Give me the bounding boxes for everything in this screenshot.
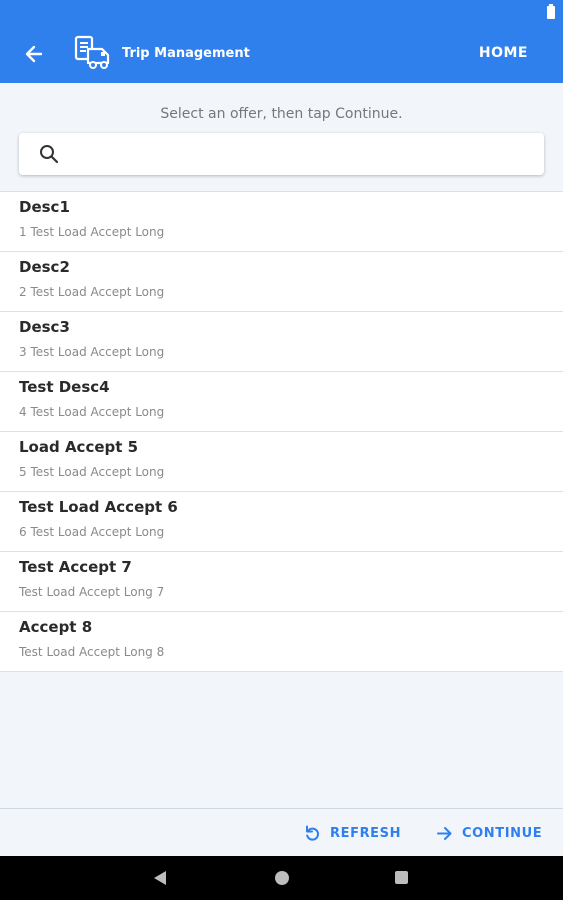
bottom-action-bar: REFRESH CONTINUE (0, 808, 563, 856)
search-input[interactable] (71, 141, 531, 167)
list-item-subtitle: Test Load Accept Long 8 (19, 645, 165, 659)
home-button[interactable]: HOME (479, 24, 528, 83)
list-item-subtitle: Test Load Accept Long 7 (19, 585, 165, 599)
list-item-title: Test Accept 7 (19, 558, 132, 576)
list-item-title: Desc1 (19, 198, 70, 216)
list-item-title: Load Accept 5 (19, 438, 139, 456)
list-item[interactable]: Desc2 2 Test Load Accept Long (0, 252, 563, 312)
system-nav-bar (0, 856, 563, 900)
search-icon (40, 145, 59, 164)
refresh-button[interactable]: REFRESH (304, 809, 401, 857)
list-item[interactable]: Desc3 3 Test Load Accept Long (0, 312, 563, 372)
list-item-subtitle: 4 Test Load Accept Long (19, 405, 165, 419)
list-item-subtitle: 6 Test Load Accept Long (19, 525, 165, 539)
offer-list: Desc1 1 Test Load Accept Long Desc2 2 Te… (0, 191, 563, 672)
list-item-title: Accept 8 (19, 618, 93, 636)
continue-label: CONTINUE (462, 825, 543, 841)
page-title: Trip Management (122, 46, 250, 61)
nav-back-icon[interactable] (154, 871, 166, 885)
refresh-icon (306, 825, 319, 841)
list-item[interactable]: Test Desc4 4 Test Load Accept Long (0, 372, 563, 432)
list-item-subtitle: 1 Test Load Accept Long (19, 225, 165, 239)
list-item[interactable]: Accept 8 Test Load Accept Long 8 (0, 612, 563, 672)
list-item-title: Desc3 (19, 318, 70, 336)
list-item[interactable]: Test Load Accept 6 6 Test Load Accept Lo… (0, 492, 563, 552)
back-button[interactable] (16, 36, 52, 72)
list-item-title: Test Load Accept 6 (19, 498, 178, 516)
list-item[interactable]: Load Accept 5 5 Test Load Accept Long (0, 432, 563, 492)
nav-recents-icon[interactable] (395, 871, 408, 884)
battery-icon (547, 4, 555, 19)
refresh-label: REFRESH (330, 825, 402, 841)
list-item-subtitle: 5 Test Load Accept Long (19, 465, 165, 479)
list-item-title: Desc2 (19, 258, 70, 276)
list-item-subtitle: 2 Test Load Accept Long (19, 285, 165, 299)
truck-document-icon (74, 35, 110, 69)
arrow-right-icon (437, 826, 452, 840)
list-item-title: Test Desc4 (19, 378, 110, 396)
list-item[interactable]: Desc1 1 Test Load Accept Long (0, 192, 563, 252)
status-bar (0, 0, 563, 24)
nav-home-icon[interactable] (275, 871, 289, 885)
list-item[interactable]: Test Accept 7 Test Load Accept Long 7 (0, 552, 563, 612)
search-box[interactable] (19, 133, 544, 175)
arrow-left-icon (25, 45, 43, 63)
list-item-subtitle: 3 Test Load Accept Long (19, 345, 165, 359)
continue-button[interactable]: CONTINUE (436, 809, 542, 857)
instruction-text: Select an offer, then tap Continue. (160, 106, 403, 122)
app-bar: Trip Management HOME (0, 24, 563, 83)
